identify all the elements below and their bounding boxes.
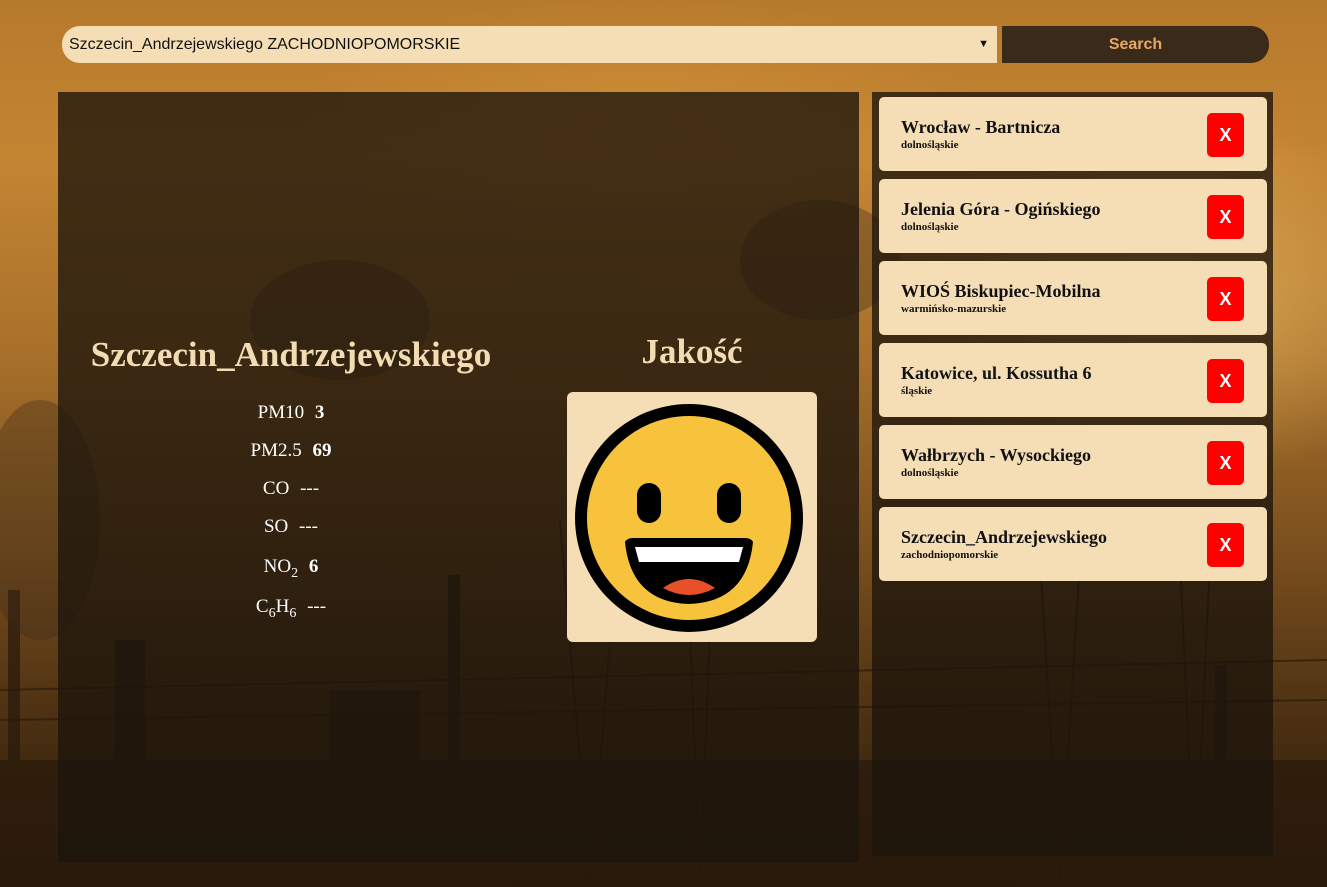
reading-c6h6: C6H6 --- <box>58 596 524 622</box>
favorite-region: dolnośląskie <box>901 467 959 479</box>
reading-so: SO --- <box>58 516 524 538</box>
favorites-panel: Wrocław - Bartnicza dolnośląskie X Jelen… <box>872 92 1273 856</box>
reading-label: CO <box>262 478 290 499</box>
favorite-name: Wałbrzych - Wysockiego <box>901 445 1091 465</box>
search-button[interactable]: Search <box>1002 26 1269 63</box>
reading-pm10: PM10 3 <box>58 402 524 424</box>
favorite-region: zachodniopomorskie <box>901 549 999 561</box>
remove-favorite-button[interactable]: X <box>1207 195 1244 239</box>
reading-value: 69 <box>312 440 332 461</box>
smiley-face-icon <box>575 404 803 632</box>
quality-indicator <box>567 392 817 642</box>
favorite-region: dolnośląskie <box>901 221 959 233</box>
reading-value: 6 <box>308 556 319 577</box>
station-panel: Szczecin_Andrzejewskiego PM10 3 PM2.5 69… <box>58 92 859 862</box>
remove-favorite-button[interactable]: X <box>1207 523 1244 567</box>
favorite-item[interactable]: WIOŚ Biskupiec-Mobilna warmińsko-mazursk… <box>879 261 1267 335</box>
reading-label: C6H6 <box>255 596 297 621</box>
reading-pm25: PM2.5 69 <box>58 440 524 462</box>
reading-label: NO2 <box>263 556 299 581</box>
favorite-name: WIOŚ Biskupiec-Mobilna <box>901 281 1101 301</box>
reading-value: --- <box>300 478 320 499</box>
reading-no2: NO2 6 <box>58 556 524 582</box>
reading-value: --- <box>307 596 327 617</box>
favorite-item[interactable]: Wrocław - Bartnicza dolnośląskie X <box>879 97 1267 171</box>
favorite-region: dolnośląskie <box>901 139 959 151</box>
reading-label: SO <box>263 516 289 537</box>
favorite-region: warmińsko-mazurskie <box>901 303 1007 315</box>
remove-favorite-button[interactable]: X <box>1207 359 1244 403</box>
favorite-region: śląskie <box>901 385 933 397</box>
remove-favorite-button[interactable]: X <box>1207 277 1244 321</box>
reading-label: PM10 <box>257 402 305 423</box>
station-select-value: Szczecin_Andrzejewskiego ZACHODNIOPOMORS… <box>69 36 461 53</box>
favorite-name: Katowice, ul. Kossutha 6 <box>901 363 1092 383</box>
favorite-item[interactable]: Katowice, ul. Kossutha 6 śląskie X <box>879 343 1267 417</box>
reading-label: PM2.5 <box>250 440 302 461</box>
remove-favorite-button[interactable]: X <box>1207 441 1244 485</box>
favorite-item[interactable]: Wałbrzych - Wysockiego dolnośląskie X <box>879 425 1267 499</box>
reading-co: CO --- <box>58 478 524 500</box>
dropdown-arrow-icon[interactable]: ▼ <box>978 26 989 63</box>
favorite-name: Szczecin_Andrzejewskiego <box>901 527 1107 547</box>
station-select[interactable]: Szczecin_Andrzejewskiego ZACHODNIOPOMORS… <box>62 26 997 63</box>
favorite-name: Jelenia Góra - Ogińskiego <box>901 199 1101 219</box>
favorite-name: Wrocław - Bartnicza <box>901 117 1061 137</box>
station-name: Szczecin_Andrzejewskiego <box>90 335 492 374</box>
quality-title: Jakość <box>641 332 743 371</box>
reading-value: --- <box>299 516 319 537</box>
favorite-item[interactable]: Szczecin_Andrzejewskiego zachodniopomors… <box>879 507 1267 581</box>
reading-value: 3 <box>314 402 325 423</box>
favorite-item[interactable]: Jelenia Góra - Ogińskiego dolnośląskie X <box>879 179 1267 253</box>
remove-favorite-button[interactable]: X <box>1207 113 1244 157</box>
